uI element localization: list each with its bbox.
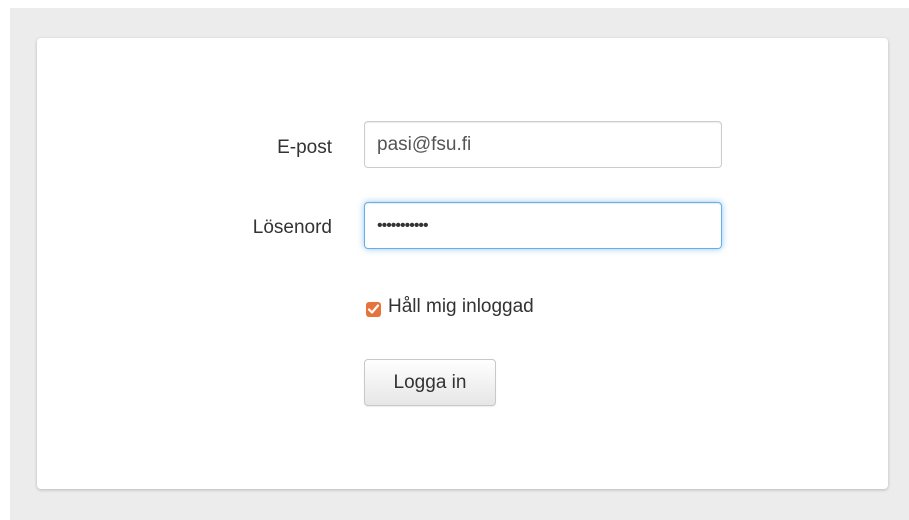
login-button[interactable]: Logga in [364,359,496,406]
login-card [37,38,888,489]
email-input[interactable] [364,121,722,168]
checkmark-icon [367,303,380,314]
remember-me-option[interactable]: Håll mig inloggad [366,296,534,318]
remember-me-checkbox[interactable] [366,301,381,317]
password-input[interactable] [364,202,722,249]
remember-me-label: Håll mig inloggad [388,296,534,317]
password-label: Lösenord [252,217,332,238]
email-label: E-post [277,137,332,158]
